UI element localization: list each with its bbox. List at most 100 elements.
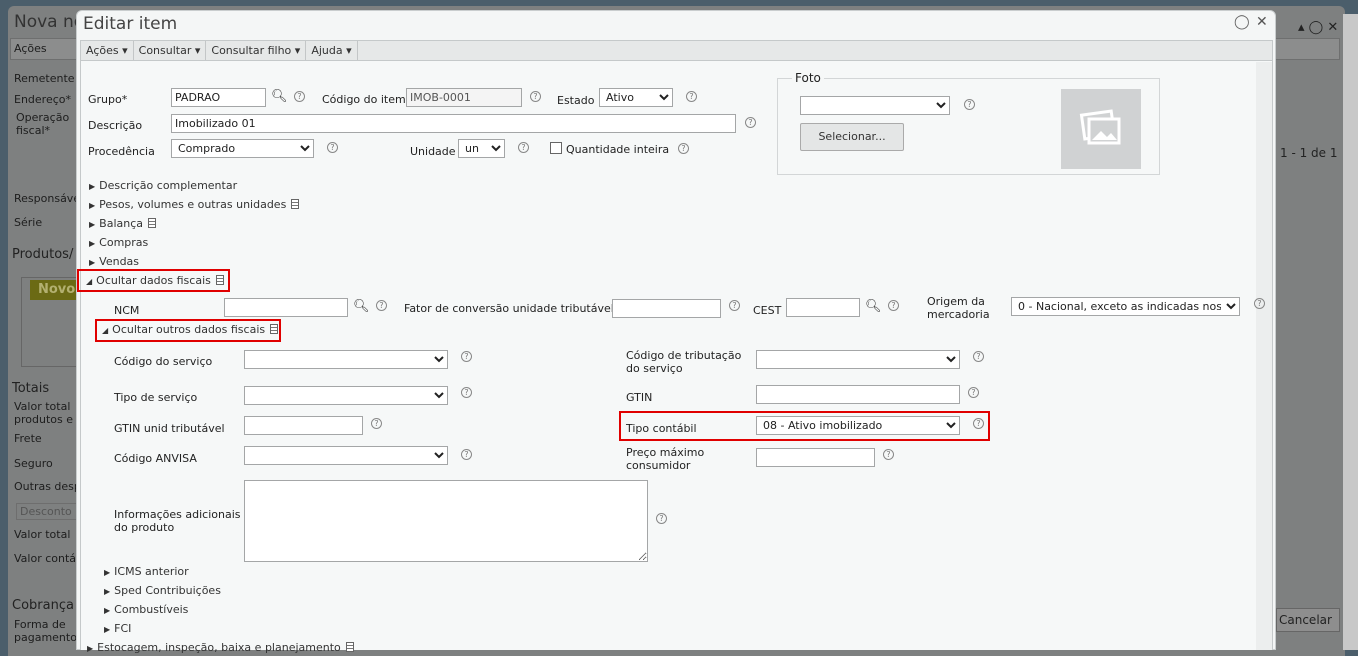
help-icon[interactable]: ? [518, 142, 529, 153]
bg-label: Responsáve [14, 192, 81, 205]
expand-icon: ▶ [104, 587, 111, 596]
help-icon[interactable]: ? [968, 387, 979, 398]
menu-ajuda[interactable]: Ajuda [306, 41, 358, 60]
preco-max-input[interactable] [756, 448, 875, 467]
page-scrollbar[interactable] [1343, 14, 1358, 650]
grupo-input[interactable] [171, 88, 266, 107]
codigo-label: Código do item [322, 93, 406, 106]
help-icon[interactable]: ? [461, 449, 472, 460]
help-icon[interactable]: ? [883, 449, 894, 460]
dialog-scrollbar[interactable] [1256, 62, 1272, 650]
descricao-label: Descrição [88, 119, 143, 132]
help-icon[interactable]: ? [678, 143, 689, 154]
section-compras[interactable]: ▶ Compras [89, 236, 148, 249]
codigo-input[interactable] [406, 88, 522, 107]
bg-label: Endereço* [14, 93, 71, 106]
help-icon[interactable]: ? [888, 300, 899, 311]
menu-consultar[interactable]: Consultar [134, 41, 207, 60]
section-descricao-complementar[interactable]: ▶ Descrição complementar [89, 179, 237, 192]
background-title: Nova no [14, 12, 85, 32]
ncm-input[interactable] [224, 298, 348, 317]
help-icon[interactable]: ? [461, 387, 472, 398]
menu-acoes[interactable]: Ações [81, 41, 134, 60]
quantidade-inteira-checkbox[interactable] [550, 142, 562, 154]
fator-label: Fator de conversão unidade tributável [404, 302, 614, 315]
help-icon[interactable]: ? [973, 351, 984, 362]
help-icon[interactable]: ? [964, 99, 975, 110]
search-icon[interactable]: 🔍︎ [271, 89, 288, 104]
help-icon[interactable]: ? [686, 91, 697, 102]
help-icon[interactable]: ? [461, 351, 472, 362]
unidade-select[interactable]: un [458, 139, 505, 158]
search-icon[interactable]: 🔍︎ [865, 299, 882, 314]
estado-select[interactable]: Ativo [599, 88, 673, 107]
bg-label: Frete [14, 432, 42, 445]
comment-icon[interactable]: ◯ [1234, 14, 1250, 30]
help-icon[interactable]: ? [1254, 298, 1265, 309]
info-adic-textarea[interactable] [244, 480, 648, 562]
anvisa-label: Código ANVISA [114, 452, 197, 465]
expand-icon: ▶ [104, 568, 111, 577]
help-icon[interactable]: ? [729, 300, 740, 311]
cest-input[interactable] [786, 298, 860, 317]
help-icon[interactable]: ? [530, 91, 541, 102]
bg-label: Produtos/ [12, 247, 74, 262]
section-sped[interactable]: ▶ Sped Contribuições [104, 584, 221, 597]
tipo-servico-select[interactable] [244, 386, 448, 405]
expand-icon: ▶ [104, 606, 111, 615]
foto-legend: Foto [792, 72, 824, 85]
bg-window-controls[interactable]: ▴ ◯ ✕ [1298, 20, 1338, 35]
menu-consultar-filho[interactable]: Consultar filho [206, 41, 307, 60]
bg-label: Valor contá [14, 552, 77, 565]
photo-placeholder-icon [1061, 89, 1141, 169]
help-icon[interactable]: ? [371, 418, 382, 429]
fator-input[interactable] [612, 299, 721, 318]
close-icon[interactable]: ✕ [1256, 14, 1268, 30]
background-menu-acoes[interactable]: Ações [14, 42, 47, 55]
bg-label: Valor total produtos e [14, 400, 73, 426]
tipo-servico-label: Tipo de serviço [114, 391, 198, 404]
bg-label: Forma de pagamento [14, 618, 77, 644]
gtin-input[interactable] [756, 385, 960, 404]
preco-max-label: Preço máximo consumidor [626, 446, 705, 472]
highlight-box [619, 411, 990, 441]
gtin-unid-input[interactable] [244, 416, 363, 435]
origem-label: Origem da mercadoria [927, 295, 990, 321]
section-pesos[interactable]: ▶ Pesos, volumes e outras unidades [89, 198, 300, 211]
gtin-label: GTIN [626, 391, 653, 404]
help-icon[interactable]: ? [745, 117, 756, 128]
bg-new-button[interactable]: Novo [30, 280, 80, 300]
descricao-input[interactable] [171, 114, 736, 133]
bg-label: Valor total [14, 528, 71, 541]
document-icon [345, 642, 354, 652]
help-icon[interactable]: ? [656, 513, 667, 524]
procedencia-label: Procedência [88, 145, 155, 158]
gtin-unid-label: GTIN unid tributável [114, 422, 225, 435]
selecionar-button[interactable]: Selecionar... [800, 123, 904, 151]
foto-select[interactable] [800, 96, 950, 115]
anvisa-select[interactable] [244, 446, 448, 465]
section-balanca[interactable]: ▶ Balança [89, 217, 157, 230]
procedencia-select[interactable]: Comprado [171, 139, 314, 158]
bg-label: Operação fiscal* [16, 111, 70, 137]
help-icon[interactable]: ? [327, 142, 338, 153]
section-icms-anterior[interactable]: ▶ ICMS anterior [104, 565, 189, 578]
section-estocagem[interactable]: ▶ Estocagem, inspeção, baixa e planejamen… [87, 641, 354, 654]
ncm-label: NCM [114, 304, 140, 317]
bg-label: Série [14, 216, 43, 229]
section-combustiveis[interactable]: ▶ Combustíveis [104, 603, 188, 616]
section-fci[interactable]: ▶ FCI [104, 622, 131, 635]
expand-icon: ▶ [89, 220, 96, 229]
help-icon[interactable]: ? [376, 300, 387, 311]
bg-cancel-button[interactable]: Cancelar [1276, 608, 1340, 632]
bg-label: Outras desp [14, 480, 81, 493]
help-icon[interactable]: ? [294, 91, 305, 102]
section-vendas[interactable]: ▶ Vendas [89, 255, 139, 268]
bg-label: Cobrança [12, 598, 74, 613]
origem-select[interactable]: 0 - Nacional, exceto as indicadas nos c [1011, 297, 1240, 316]
search-icon[interactable]: 🔍︎ [353, 299, 370, 314]
dialog-menubar: Ações Consultar Consultar filho Ajuda [80, 40, 1273, 61]
cod-trib-select[interactable] [756, 350, 960, 369]
codigo-servico-select[interactable] [244, 350, 448, 369]
info-adic-label: Informações adicionais do produto [114, 508, 241, 534]
